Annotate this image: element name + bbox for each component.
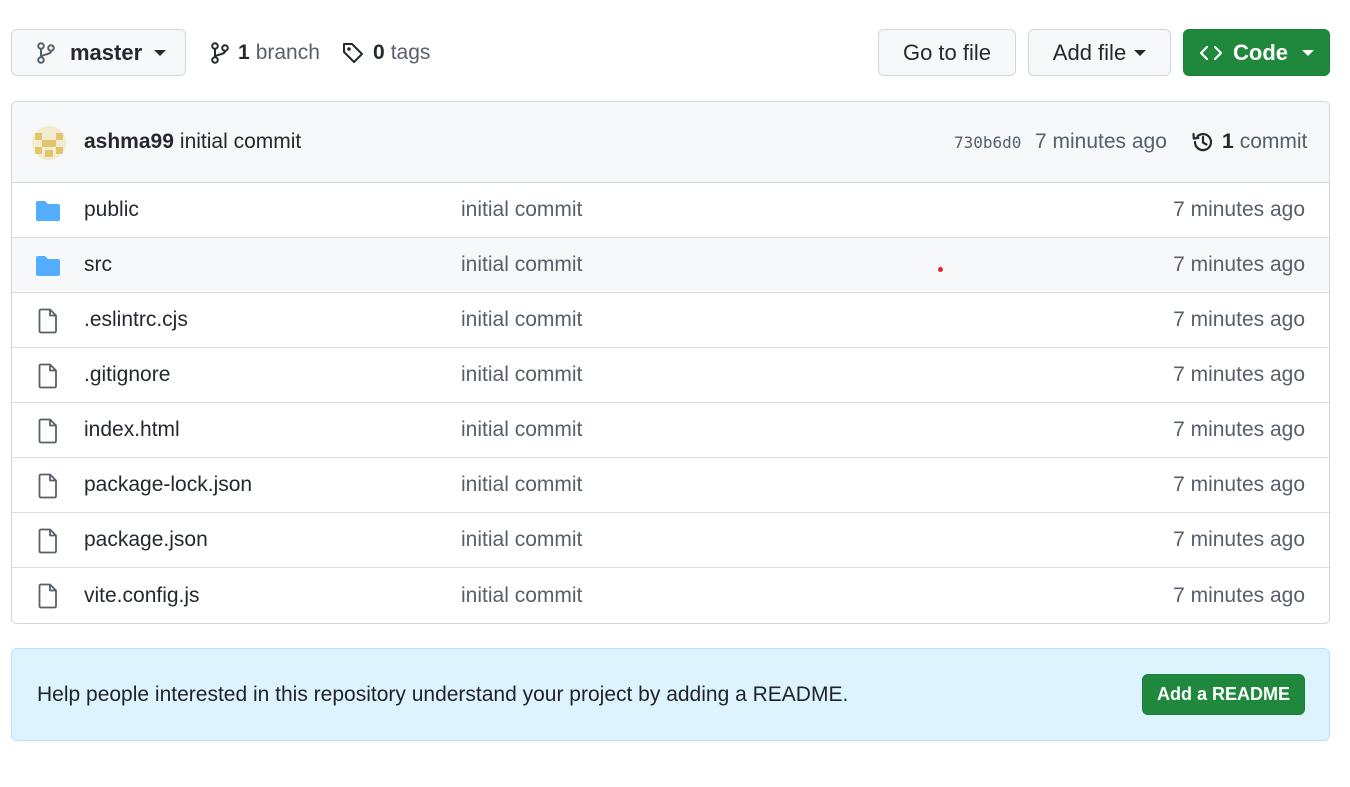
readme-banner: Help people interested in this repositor… bbox=[11, 648, 1330, 741]
file-icon bbox=[34, 528, 62, 554]
file-commit-message[interactable]: initial commit bbox=[461, 253, 582, 277]
latest-commit-header: ashma99 initial commit 730b6d0 7 minutes … bbox=[12, 102, 1329, 183]
file-commit-message[interactable]: initial commit bbox=[461, 418, 582, 442]
add-file-label: Add file bbox=[1052, 39, 1127, 65]
commit-sha[interactable]: 730b6d0 bbox=[954, 133, 1021, 152]
file-icon bbox=[34, 418, 62, 444]
tag-count: 0 bbox=[373, 40, 385, 64]
file-row[interactable]: .eslintrc.cjs initial commit 7 minutes ago bbox=[12, 293, 1329, 348]
file-icon bbox=[34, 308, 62, 334]
file-name-link[interactable]: package-lock.json bbox=[84, 473, 252, 497]
tag-icon bbox=[343, 42, 363, 63]
repo-toolbar: master 1 branch 0 tags Go to file Add fi… bbox=[11, 29, 1330, 76]
file-name-link[interactable]: src bbox=[84, 253, 112, 277]
file-commit-time: 7 minutes ago bbox=[1173, 583, 1305, 607]
folder-icon bbox=[34, 198, 62, 224]
file-commit-message[interactable]: initial commit bbox=[461, 198, 582, 222]
branch-select-button[interactable]: master bbox=[11, 29, 186, 76]
commit-message-text[interactable]: initial commit bbox=[180, 130, 301, 153]
file-row[interactable]: src initial commit 7 minutes ago bbox=[12, 238, 1329, 293]
file-commit-message[interactable]: initial commit bbox=[461, 363, 582, 387]
file-icon bbox=[34, 583, 62, 609]
repo-file-browser: master 1 branch 0 tags Go to file Add fi… bbox=[0, 0, 1350, 787]
chevron-down-icon bbox=[154, 49, 167, 56]
code-label: Code bbox=[1233, 39, 1288, 65]
file-commit-time: 7 minutes ago bbox=[1173, 528, 1305, 551]
git-branch-icon bbox=[37, 41, 55, 64]
file-commit-message[interactable]: initial commit bbox=[461, 584, 582, 608]
file-icon bbox=[34, 363, 62, 389]
file-icon bbox=[34, 473, 62, 499]
file-list-box: ashma99 initial commit 730b6d0 7 minutes … bbox=[11, 101, 1330, 624]
go-to-file-button[interactable]: Go to file bbox=[878, 29, 1016, 76]
file-commit-time: 7 minutes ago bbox=[1173, 418, 1305, 441]
file-commit-time: 7 minutes ago bbox=[1173, 473, 1305, 496]
file-commit-time: 7 minutes ago bbox=[1173, 363, 1305, 386]
file-row[interactable]: package.json initial commit 7 minutes ago bbox=[12, 513, 1329, 568]
history-icon bbox=[1192, 132, 1213, 152]
branch-label: branch bbox=[255, 40, 320, 64]
file-row[interactable]: .gitignore initial commit 7 minutes ago bbox=[12, 348, 1329, 403]
avatar[interactable] bbox=[32, 126, 66, 160]
file-row[interactable]: index.html initial commit 7 minutes ago bbox=[12, 403, 1329, 458]
file-name-link[interactable]: .eslintrc.cjs bbox=[84, 308, 188, 332]
commit-message: ashma99 initial commit bbox=[84, 130, 301, 154]
tag-label: tags bbox=[390, 40, 431, 64]
add-readme-button[interactable]: Add a README bbox=[1142, 674, 1305, 715]
file-commit-message[interactable]: initial commit bbox=[461, 308, 582, 332]
chevron-down-icon bbox=[1134, 49, 1147, 56]
file-name-link[interactable]: .gitignore bbox=[84, 363, 170, 387]
file-commit-time: 7 minutes ago bbox=[1173, 308, 1305, 331]
commit-history-link[interactable]: 1 commit bbox=[1190, 129, 1307, 155]
chevron-down-icon bbox=[1302, 49, 1314, 56]
commit-count-label: commit bbox=[1239, 130, 1308, 153]
code-icon bbox=[1199, 45, 1223, 60]
file-name-link[interactable]: index.html bbox=[84, 418, 180, 442]
folder-icon bbox=[34, 253, 62, 279]
file-commit-message[interactable]: initial commit bbox=[461, 473, 582, 497]
file-row[interactable]: vite.config.js initial commit 7 minutes ag… bbox=[12, 568, 1329, 623]
file-commit-time: 7 minutes ago bbox=[1173, 198, 1305, 221]
branch-count: 1 bbox=[238, 40, 250, 64]
file-name-link[interactable]: public bbox=[84, 198, 139, 222]
git-branch-icon bbox=[211, 41, 229, 64]
file-name-link[interactable]: vite.config.js bbox=[84, 584, 200, 608]
cursor-dot bbox=[938, 267, 943, 272]
commit-author[interactable]: ashma99 bbox=[84, 130, 174, 153]
readme-prompt-text: Help people interested in this repositor… bbox=[37, 682, 849, 706]
file-row[interactable]: package-lock.json initial commit 7 minutes… bbox=[12, 458, 1329, 513]
file-commit-message[interactable]: initial commit bbox=[461, 528, 582, 552]
add-file-button[interactable]: Add file bbox=[1028, 29, 1171, 76]
file-name-link[interactable]: package.json bbox=[84, 528, 208, 552]
code-button[interactable]: Code bbox=[1183, 29, 1330, 76]
branch-name: master bbox=[70, 39, 143, 65]
file-row[interactable]: public initial commit 7 minutes ago bbox=[12, 183, 1329, 238]
tags-link[interactable]: 0 tags bbox=[341, 29, 430, 76]
file-commit-time: 7 minutes ago bbox=[1173, 253, 1305, 276]
file-list: public initial commit 7 minutes ago src init… bbox=[12, 183, 1329, 623]
branches-link[interactable]: 1 branch bbox=[210, 29, 320, 76]
commit-time: 7 minutes ago bbox=[1035, 130, 1167, 153]
commit-count: 1 bbox=[1222, 130, 1234, 153]
